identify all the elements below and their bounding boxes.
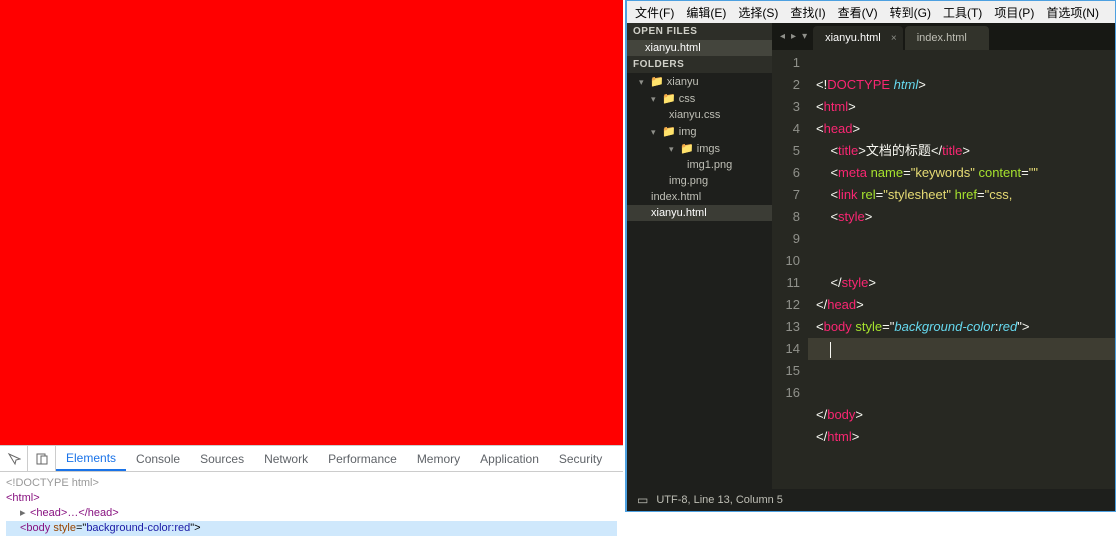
- chevron-left-icon[interactable]: ◂: [780, 31, 785, 42]
- editor-tabs: ◂ ▸ ▾ xianyu.html× index.html: [772, 23, 1115, 50]
- close: ">: [190, 522, 200, 534]
- devtools-panel: Elements Console Sources Network Perform…: [0, 445, 623, 536]
- code-area[interactable]: 12345678910111213141516 <!DOCTYPE html> …: [772, 50, 1115, 489]
- menu-edit[interactable]: 编辑(E): [680, 4, 732, 21]
- status-text: UTF-8, Line 13, Column 5: [656, 494, 783, 506]
- eq: =": [76, 522, 86, 534]
- dom-html: <html>: [6, 492, 40, 504]
- tab-xianyu[interactable]: xianyu.html×: [813, 26, 903, 50]
- chevron-down-icon: ▾: [669, 144, 677, 155]
- device-icon[interactable]: [28, 446, 56, 471]
- chevron-down-icon: ▾: [639, 77, 647, 88]
- sidebar: OPEN FILES xianyu.html FOLDERS ▾📁 xianyu…: [627, 23, 772, 489]
- dom-doctype: <!DOCTYPE html>: [6, 477, 99, 489]
- file-imgpng[interactable]: img.png: [627, 173, 772, 189]
- menu-select[interactable]: 选择(S): [732, 4, 784, 21]
- chevron-down-icon: ▾: [651, 127, 659, 138]
- devtools-tabs: Elements Console Sources Network Perform…: [0, 446, 623, 472]
- folder-root[interactable]: ▾📁 xianyu: [627, 73, 772, 90]
- tab-network[interactable]: Network: [254, 446, 318, 471]
- dom-tree[interactable]: <!DOCTYPE html> <html> ▸<head>…</head> <…: [0, 472, 623, 540]
- chevron-down-icon[interactable]: ▾: [802, 31, 807, 42]
- sublime-editor: 文件(F) 编辑(E) 选择(S) 查找(I) 查看(V) 转到(G) 工具(T…: [625, 0, 1116, 512]
- folder-imgs[interactable]: ▾📁 imgs: [627, 140, 772, 157]
- chevron-right-icon[interactable]: ▸: [791, 31, 796, 42]
- file-xianyu-html[interactable]: xianyu.html: [627, 205, 772, 221]
- open-file-item[interactable]: xianyu.html: [627, 40, 772, 56]
- text-caret: [830, 342, 831, 358]
- line-gutter: 12345678910111213141516: [772, 50, 808, 489]
- menu-bar: 文件(F) 编辑(E) 选择(S) 查找(I) 查看(V) 转到(G) 工具(T…: [627, 1, 1115, 23]
- dom-body-val: background-color:red: [86, 522, 190, 534]
- tab-index[interactable]: index.html: [905, 26, 989, 50]
- menu-view[interactable]: 查看(V): [832, 4, 884, 21]
- dom-head[interactable]: <head>…</head>: [30, 507, 119, 519]
- folders-header: FOLDERS: [627, 56, 772, 73]
- menu-project[interactable]: 项目(P): [988, 4, 1040, 21]
- tab-elements[interactable]: Elements: [56, 446, 126, 471]
- file-xianyu-css[interactable]: xianyu.css: [627, 107, 772, 123]
- chevron-down-icon: ▾: [651, 94, 659, 105]
- menu-tools[interactable]: 工具(T): [937, 4, 988, 21]
- tab-performance[interactable]: Performance: [318, 446, 407, 471]
- tab-memory[interactable]: Memory: [407, 446, 470, 471]
- dom-body-attr: style: [53, 522, 76, 534]
- browser-render-area: [0, 0, 623, 445]
- tab-application[interactable]: Application: [470, 446, 549, 471]
- open-files-header: OPEN FILES: [627, 23, 772, 40]
- status-bar: ▭ UTF-8, Line 13, Column 5: [627, 489, 1115, 511]
- folder-img[interactable]: ▾📁 img: [627, 123, 772, 140]
- tab-nav-arrows[interactable]: ◂ ▸ ▾: [774, 31, 813, 42]
- menu-preferences[interactable]: 首选项(N): [1040, 4, 1105, 21]
- expand-icon[interactable]: ▸: [20, 506, 30, 521]
- inspect-icon[interactable]: [0, 446, 28, 471]
- file-index[interactable]: index.html: [627, 189, 772, 205]
- menu-find[interactable]: 查找(I): [784, 4, 831, 21]
- tab-security[interactable]: Security: [549, 446, 612, 471]
- tab-sources[interactable]: Sources: [190, 446, 254, 471]
- dom-body-open: <body: [20, 522, 53, 534]
- file-img1[interactable]: img1.png: [627, 157, 772, 173]
- menu-goto[interactable]: 转到(G): [884, 4, 937, 21]
- tab-console[interactable]: Console: [126, 446, 190, 471]
- code-content[interactable]: <!DOCTYPE html> <html> <head> <title>文档的…: [808, 50, 1115, 489]
- close-icon[interactable]: ×: [891, 33, 897, 44]
- panel-icon[interactable]: ▭: [637, 493, 648, 507]
- menu-file[interactable]: 文件(F): [629, 4, 680, 21]
- folder-css[interactable]: ▾📁 css: [627, 90, 772, 107]
